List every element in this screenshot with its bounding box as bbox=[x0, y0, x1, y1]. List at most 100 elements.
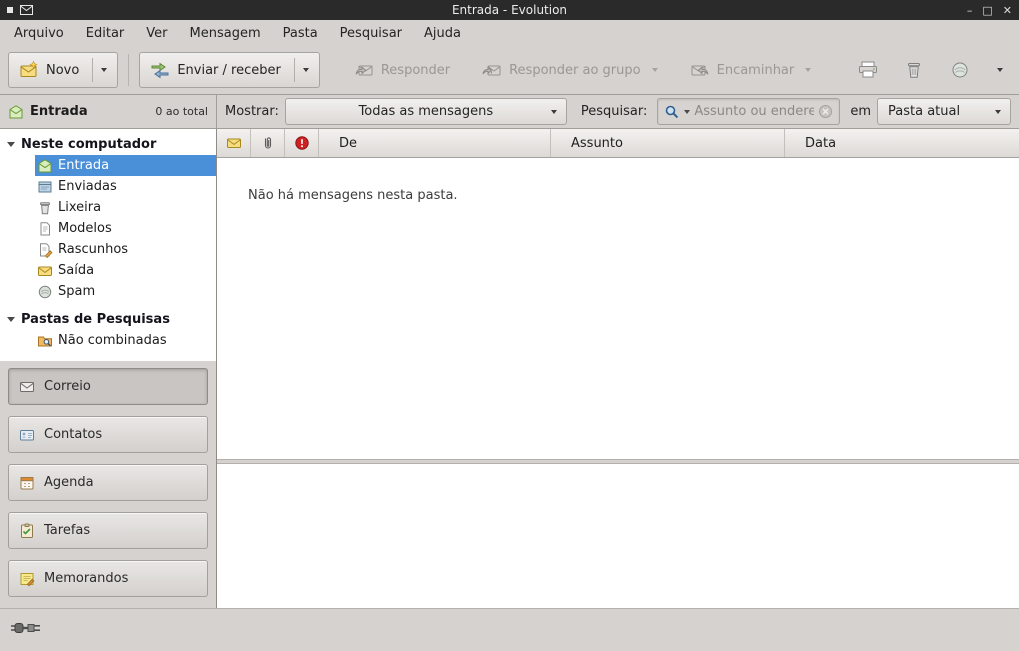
show-label: Mostrar: bbox=[225, 104, 279, 119]
search-scope-dropdown[interactable]: Pasta atual bbox=[877, 98, 1011, 125]
reply-all-dropdown-icon[interactable] bbox=[652, 68, 658, 72]
status-bar bbox=[0, 608, 1019, 651]
folder-item-entrada[interactable]: Entrada bbox=[0, 155, 216, 176]
folder-tree: Neste computador Entrada Enviadas Lixeir… bbox=[0, 129, 216, 361]
column-priority[interactable] bbox=[285, 129, 319, 157]
toolbar: Novo Enviar / receber Responder Responde… bbox=[0, 46, 1019, 95]
send-receive-dropdown-icon[interactable] bbox=[303, 68, 309, 72]
split-separator bbox=[294, 58, 295, 82]
switcher-label: Memorandos bbox=[44, 571, 128, 586]
folder-item-saida[interactable]: Saída bbox=[0, 260, 216, 281]
reply-all-label: Responder ao grupo bbox=[509, 63, 641, 78]
folder-item-label: Entrada bbox=[58, 158, 109, 173]
maximize-button[interactable]: □ bbox=[982, 4, 992, 17]
window-title: Entrada - Evolution bbox=[452, 3, 567, 17]
search-input[interactable] bbox=[694, 104, 814, 119]
search-scope-value: Pasta atual bbox=[888, 104, 960, 119]
window-controls: – □ ✕ bbox=[967, 0, 1012, 20]
tree-group-search-folders[interactable]: Pastas de Pesquisas bbox=[0, 309, 216, 330]
dropdown-chevron-icon bbox=[995, 110, 1001, 114]
folder-item-lixeira[interactable]: Lixeira bbox=[0, 197, 216, 218]
switcher-label: Tarefas bbox=[44, 523, 90, 538]
print-button[interactable] bbox=[851, 54, 885, 86]
menu-ajuda[interactable]: Ajuda bbox=[415, 22, 470, 45]
switcher-mail-button[interactable]: Correio bbox=[8, 368, 208, 405]
filter-bar: Entrada 0 ao total Mostrar: Todas as men… bbox=[0, 95, 1019, 129]
switcher-contacts-button[interactable]: Contatos bbox=[8, 416, 208, 453]
switcher-label: Correio bbox=[44, 379, 91, 394]
toolbar-overflow-button[interactable] bbox=[989, 54, 1011, 86]
menu-editar[interactable]: Editar bbox=[77, 22, 134, 45]
menu-pasta[interactable]: Pasta bbox=[274, 22, 327, 45]
reply-all-button[interactable]: Responder ao grupo bbox=[472, 52, 668, 88]
tree-group-this-computer[interactable]: Neste computador bbox=[0, 134, 216, 155]
close-button[interactable]: ✕ bbox=[1003, 4, 1012, 17]
reply-icon bbox=[354, 60, 374, 80]
reply-button[interactable]: Responder bbox=[344, 52, 460, 88]
folder-item-modelos[interactable]: Modelos bbox=[0, 218, 216, 239]
folder-item-label: Rascunhos bbox=[58, 242, 128, 257]
menu-arquivo[interactable]: Arquivo bbox=[5, 22, 73, 45]
folder-item-enviadas[interactable]: Enviadas bbox=[0, 176, 216, 197]
new-dropdown-icon[interactable] bbox=[101, 68, 107, 72]
menubar: Arquivo Editar Ver Mensagem Pasta Pesqui… bbox=[0, 20, 1019, 46]
folder-item-rascunhos[interactable]: Rascunhos bbox=[0, 239, 216, 260]
delete-button[interactable] bbox=[897, 54, 931, 86]
minimize-button[interactable]: – bbox=[967, 4, 973, 17]
trash-icon bbox=[904, 60, 924, 80]
switcher-memos-button[interactable]: Memorandos bbox=[8, 560, 208, 597]
send-receive-button[interactable]: Enviar / receber bbox=[139, 52, 320, 88]
reply-label: Responder bbox=[381, 63, 450, 78]
tree-group-label: Pastas de Pesquisas bbox=[21, 312, 170, 327]
dropdown-chevron-icon bbox=[551, 110, 557, 114]
folder-item-label: Não combinadas bbox=[58, 333, 167, 348]
expander-icon[interactable] bbox=[7, 142, 15, 147]
menu-ver[interactable]: Ver bbox=[137, 22, 176, 45]
message-status-icon bbox=[226, 135, 242, 151]
current-folder-header: Entrada 0 ao total bbox=[0, 95, 217, 128]
junk-button[interactable] bbox=[943, 54, 977, 86]
attachment-icon bbox=[261, 135, 275, 151]
column-status[interactable] bbox=[217, 129, 251, 157]
column-attachment[interactable] bbox=[251, 129, 285, 157]
new-mail-icon bbox=[19, 60, 39, 80]
trash-icon bbox=[37, 200, 53, 216]
new-button[interactable]: Novo bbox=[8, 52, 118, 88]
junk-icon bbox=[950, 60, 970, 80]
current-folder-name: Entrada bbox=[30, 104, 88, 119]
message-list[interactable]: Não há mensagens nesta pasta. bbox=[217, 158, 1019, 459]
toolbar-separator bbox=[128, 54, 129, 86]
folder-item-nao-combinadas[interactable]: Não combinadas bbox=[0, 330, 216, 351]
folder-item-spam[interactable]: Spam bbox=[0, 281, 216, 302]
titlebar: Entrada - Evolution – □ ✕ bbox=[0, 0, 1019, 20]
app-mail-icon bbox=[20, 5, 33, 15]
memos-icon bbox=[19, 571, 35, 587]
search-box bbox=[657, 98, 840, 125]
column-label: Assunto bbox=[571, 136, 623, 151]
clear-search-icon[interactable] bbox=[818, 104, 833, 119]
switcher-calendar-button[interactable]: Agenda bbox=[8, 464, 208, 501]
search-options-chevron-icon[interactable] bbox=[684, 110, 690, 114]
window-menu-icon[interactable] bbox=[7, 7, 13, 13]
tree-group-label: Neste computador bbox=[21, 137, 156, 152]
send-receive-icon bbox=[150, 60, 170, 80]
online-status-icon[interactable] bbox=[10, 619, 42, 637]
send-receive-label: Enviar / receber bbox=[177, 63, 281, 78]
switcher-tasks-button[interactable]: Tarefas bbox=[8, 512, 208, 549]
filter-controls: Mostrar: Todas as mensagens Pesquisar: e… bbox=[217, 95, 1019, 128]
column-data[interactable]: Data bbox=[785, 129, 1019, 157]
menu-mensagem[interactable]: Mensagem bbox=[181, 22, 270, 45]
column-de[interactable]: De bbox=[319, 129, 551, 157]
expander-icon[interactable] bbox=[7, 317, 15, 322]
forward-button[interactable]: Encaminhar bbox=[680, 52, 822, 88]
folder-item-label: Lixeira bbox=[58, 200, 101, 215]
message-count: 0 ao total bbox=[155, 105, 208, 118]
search-icon[interactable] bbox=[664, 104, 680, 120]
forward-label: Encaminhar bbox=[717, 63, 795, 78]
forward-dropdown-icon[interactable] bbox=[805, 68, 811, 72]
show-filter-dropdown[interactable]: Todas as mensagens bbox=[285, 98, 567, 125]
menu-pesquisar[interactable]: Pesquisar bbox=[331, 22, 411, 45]
column-assunto[interactable]: Assunto bbox=[551, 129, 785, 157]
mail-icon bbox=[19, 379, 35, 395]
folder-item-label: Enviadas bbox=[58, 179, 117, 194]
